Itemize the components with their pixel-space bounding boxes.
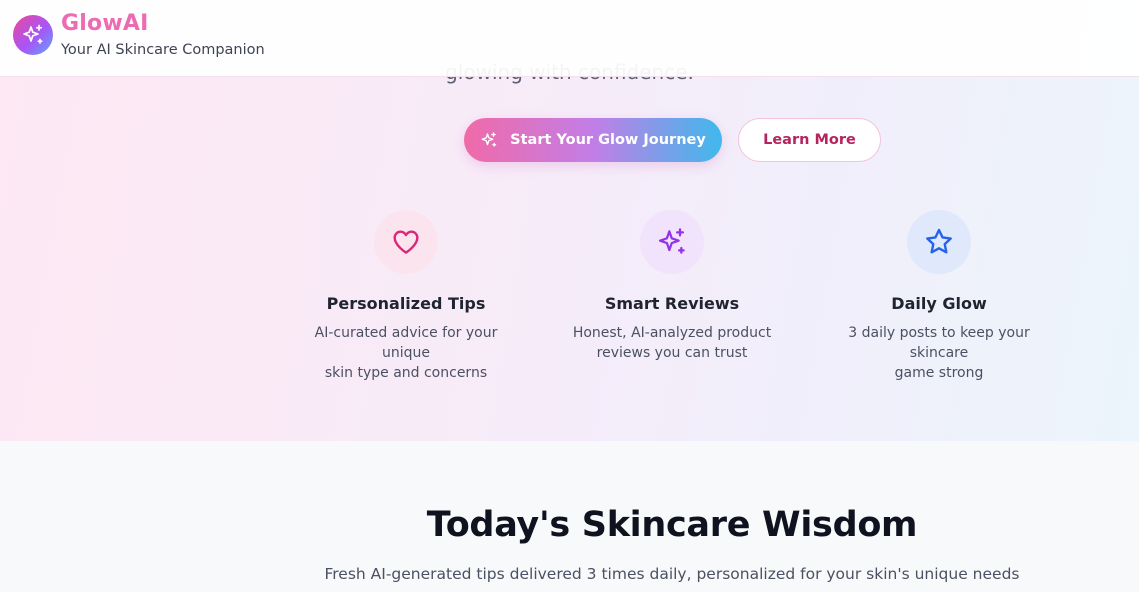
feature-title: Daily Glow (891, 294, 987, 313)
feature-description-line: AI-curated advice for your unique (314, 325, 498, 361)
feature-personalized-tips: Personalized Tips AI-curated advice for … (276, 210, 536, 383)
site-header: GlowAI Your AI Skincare Companion (0, 0, 1139, 77)
learn-more-button[interactable]: Learn More (738, 118, 881, 162)
feature-icon-circle (907, 210, 971, 274)
brand-name[interactable]: GlowAI (61, 11, 148, 36)
star-icon (926, 228, 952, 254)
feature-description-line: skin type and concerns (324, 365, 488, 381)
feature-title: Smart Reviews (604, 294, 740, 313)
feature-description-line: Honest, AI-analyzed product (572, 325, 772, 341)
feature-description-line: game strong (894, 365, 984, 381)
feature-title: Personalized Tips (326, 294, 486, 313)
feature-smart-reviews: Smart Reviews Honest, AI-analyzed produc… (542, 210, 802, 363)
section-subtitle: Fresh AI-generated tips delivered 3 time… (324, 565, 1020, 583)
start-glow-journey-label: Start Your Glow Journey (510, 132, 706, 148)
logo[interactable] (13, 15, 53, 55)
feature-icon-circle (640, 210, 704, 274)
sparkles-icon (658, 228, 685, 254)
start-glow-journey-button[interactable]: Start Your Glow Journey (464, 118, 722, 162)
feature-daily-glow: Daily Glow 3 daily posts to keep your sk… (809, 210, 1069, 383)
feature-icon-circle (374, 210, 438, 274)
feature-description: AI-curated advice for your unique skin t… (276, 323, 536, 383)
feature-description-line: 3 daily posts to keep your skincare (848, 325, 1030, 361)
section-title: Today's Skincare Wisdom (426, 505, 918, 545)
feature-description: 3 daily posts to keep your skincare game… (809, 323, 1069, 383)
heart-icon (393, 230, 419, 254)
brand-tagline: Your AI Skincare Companion (61, 42, 265, 58)
sparkles-icon (481, 132, 497, 147)
sparkles-icon (23, 24, 43, 44)
feature-description: Honest, AI-analyzed product reviews you … (542, 323, 802, 363)
feature-description-line: reviews you can trust (596, 345, 748, 361)
